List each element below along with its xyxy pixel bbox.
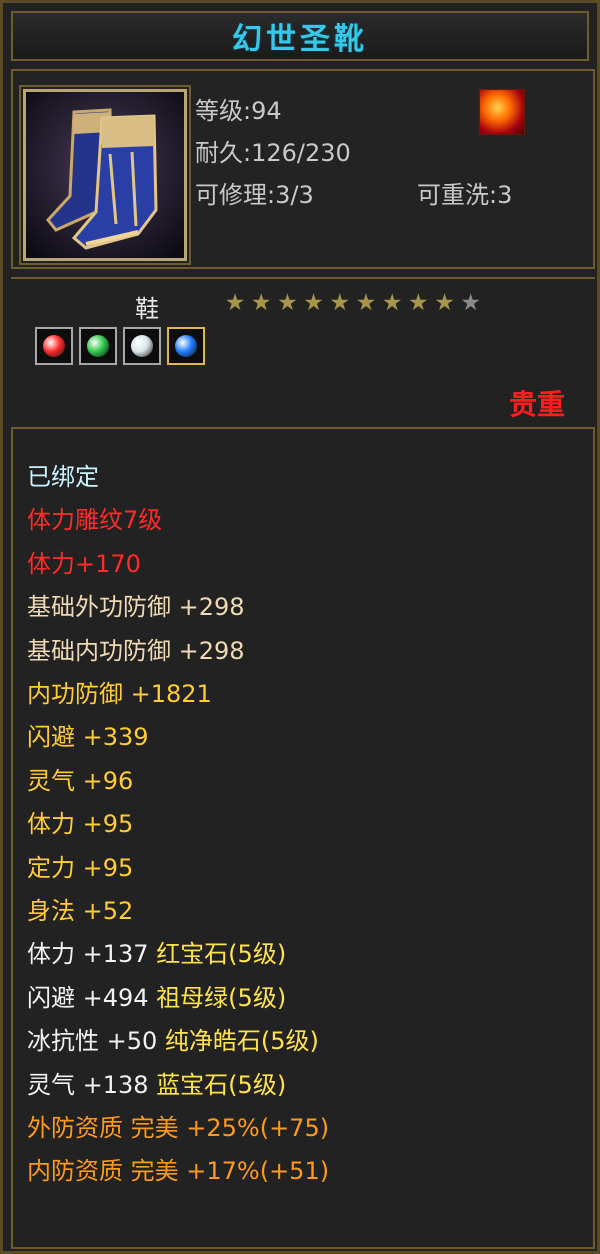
item-rewash-count: 可重洗:3 — [417, 181, 513, 209]
attribute-line: 闪避 +339 — [27, 717, 149, 752]
attribute-line: 灵气 +96 — [27, 761, 133, 796]
attribute-line: 体力雕纹7级 — [27, 500, 162, 535]
attribute-text: 红宝石(5级) — [156, 940, 287, 969]
attribute-text: 基础外功防御 +298 — [27, 593, 245, 622]
attribute-line: 内防资质 完美 +17%(+51) — [27, 1151, 329, 1186]
star-filled-icon: ★ — [277, 290, 298, 316]
attribute-text: 闪避 +494 — [27, 983, 157, 1012]
attribute-line: 外防资质 完美 +25%(+75) — [27, 1108, 329, 1143]
gem-sockets — [35, 327, 211, 365]
attribute-text: 祖母绿(5级) — [156, 983, 287, 1012]
attribute-text: 闪避 +339 — [27, 723, 149, 752]
red-gem-icon — [43, 335, 65, 357]
attribute-text: 灵气 +96 — [27, 766, 134, 795]
attribute-text: 内防资质 完美 +17%(+51) — [27, 1157, 330, 1186]
gem-socket[interactable] — [79, 327, 117, 365]
attribute-line: 定力 +95 — [27, 848, 133, 883]
star-filled-icon: ★ — [329, 290, 351, 316]
attribute-line: 灵气 +138 蓝宝石(5级) — [27, 1065, 286, 1100]
white-gem-icon — [131, 335, 153, 357]
item-slot-type: 鞋 — [135, 295, 159, 323]
gem-socket[interactable] — [123, 327, 161, 365]
attribute-line: 体力 +137 红宝石(5级) — [27, 934, 286, 969]
attribute-text: 外防资质 完美 +25%(+75) — [27, 1114, 330, 1142]
attribute-line: 身法 +52 — [27, 891, 133, 926]
blue-gem-icon — [175, 335, 197, 357]
attribute-text: 身法 +52 — [27, 897, 134, 925]
item-icon-frame[interactable] — [19, 85, 191, 265]
item-tooltip: 幻世圣靴 等级:94 耐久:126/230 可修理:3/3 可重洗:3 鞋 ★ … — [0, 0, 600, 1254]
item-durability: 耐久:126/230 — [195, 139, 351, 167]
attribute-line: 冰抗性 +50 纯净皓石(5级) — [27, 1021, 319, 1056]
attribute-text: 基础内功防御 +298 — [27, 636, 245, 665]
item-slot-panel: 鞋 ★ ★ ★ ★ ★ ★ ★ ★ ★ ★ 贵重 — [11, 277, 595, 425]
attribute-text: 灵气 +138 — [27, 1070, 157, 1099]
attribute-line: 体力 +95 — [27, 804, 133, 839]
attribute-text: 纯净皓石(5级) — [164, 1027, 319, 1056]
attribute-text: 体力 +137 — [27, 940, 157, 969]
star-filled-icon: ★ — [303, 290, 324, 316]
attribute-line: 闪避 +494 祖母绿(5级) — [27, 978, 286, 1013]
gem-socket[interactable] — [35, 327, 73, 365]
star-empty-icon: ★ — [460, 290, 481, 316]
star-filled-icon: ★ — [381, 290, 403, 316]
attribute-list: 已绑定体力雕纹7级 体力+170 基础外功防御 +298 基础内功防御 +298 内功防… — [11, 427, 595, 1249]
item-repair-count: 可修理:3/3 — [195, 181, 314, 209]
blue-gold-boots-icon — [26, 92, 184, 258]
gem-socket[interactable] — [167, 327, 205, 365]
flame-emblem-icon — [479, 89, 525, 135]
attribute-text: 体力 +95 — [27, 810, 134, 839]
star-filled-icon: ★ — [224, 290, 246, 316]
item-info-panel: 等级:94 耐久:126/230 可修理:3/3 可重洗:3 — [11, 69, 595, 269]
item-name: 幻世圣靴 — [232, 22, 368, 57]
attribute-text: 已绑定 — [27, 463, 99, 491]
attribute-line: 已绑定 — [27, 457, 99, 492]
star-filled-icon: ★ — [355, 290, 377, 316]
attribute-line: 体力+170 — [27, 544, 141, 579]
star-filled-icon: ★ — [250, 290, 272, 316]
attribute-text: 内功防御 +1821 — [27, 680, 212, 708]
attribute-line: 基础内功防御 +298 — [27, 631, 245, 666]
star-rating: ★ ★ ★ ★ ★ ★ ★ ★ ★ ★ — [223, 291, 485, 315]
item-level: 等级:94 — [195, 97, 282, 125]
star-filled-icon: ★ — [408, 290, 429, 316]
attribute-text: 体力+170 — [27, 549, 141, 578]
attribute-text: 体力雕纹7级 — [27, 506, 163, 535]
attribute-text: 蓝宝石(5级) — [156, 1070, 287, 1099]
attribute-text: 定力 +95 — [27, 853, 134, 882]
star-filled-icon: ★ — [434, 290, 455, 316]
attribute-line: 内功防御 +1821 — [27, 674, 212, 709]
title-bar: 幻世圣靴 — [11, 11, 589, 61]
green-gem-icon — [87, 335, 109, 357]
rarity-label: 贵重 — [508, 388, 565, 421]
attribute-text: 冰抗性 +50 — [27, 1027, 165, 1056]
attribute-line: 基础外功防御 +298 — [27, 587, 245, 622]
